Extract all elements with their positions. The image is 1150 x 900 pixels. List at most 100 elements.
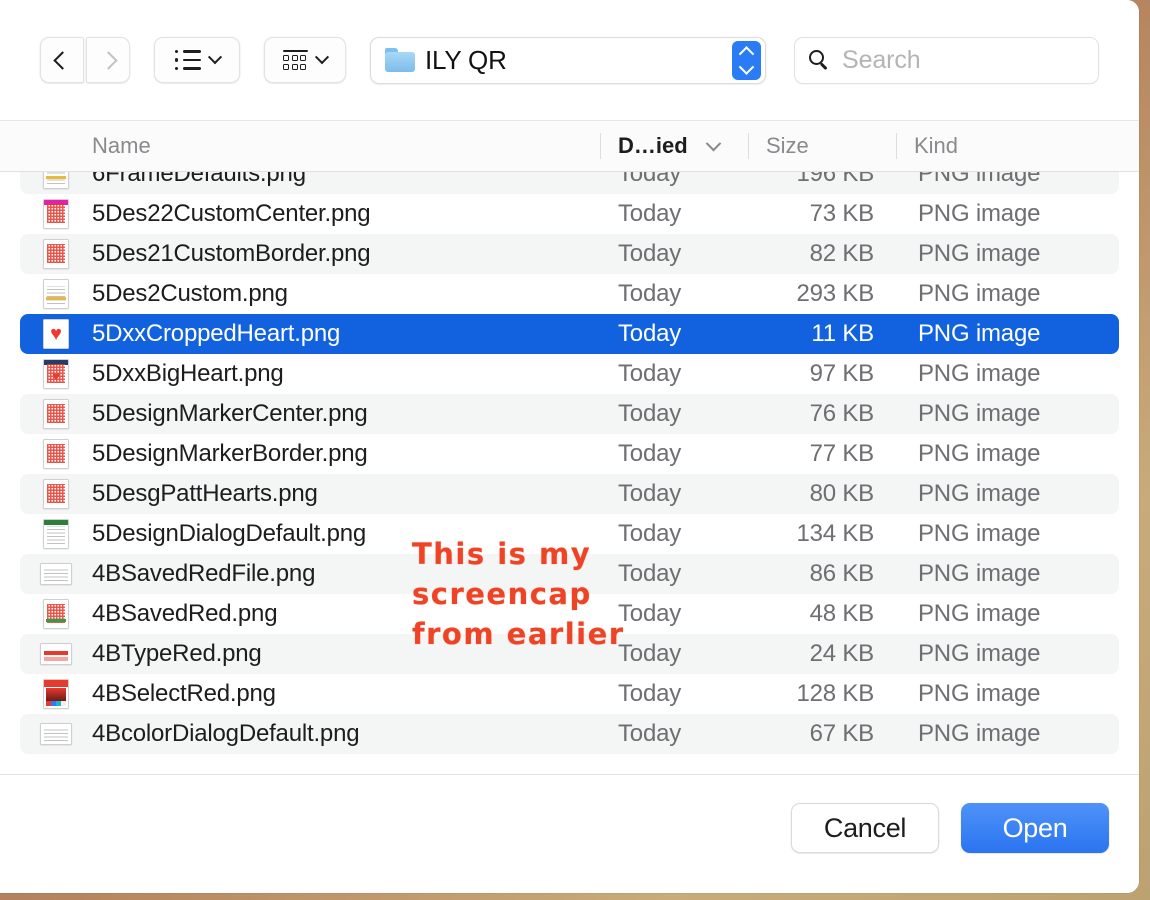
file-icon-cell: ♥ [20,319,92,349]
chevron-left-icon [52,50,72,70]
file-name-cell: 5DesignDialogDefault.png [92,520,367,547]
file-icon-cell [20,723,92,745]
file-kind-cell: PNG image [918,360,1041,387]
file-date-cell: Today [618,560,682,587]
table-row[interactable]: 5DesignMarkerCenter.png Today 76 KB PNG ima… [20,394,1119,434]
file-size-cell: 97 KB [809,360,875,387]
file-list[interactable]: 6FrameDefaults.png Today 196 KB PNG image 5D… [0,172,1139,775]
column-header-kind[interactable]: Kind [896,121,1139,171]
table-row[interactable]: ♥ 5DxxCroppedHeart.png Today 11 KB PNG image [20,314,1119,354]
file-kind-cell: PNG image [918,720,1041,747]
table-row[interactable]: 5DesignMarkerBorder.png Today 77 KB PNG ima… [20,434,1119,474]
file-date-cell: Today [618,680,682,707]
file-size-cell: 11 KB [811,320,874,347]
column-header-date-label: D…ied [618,133,688,158]
chevron-down-icon [314,50,330,65]
back-button[interactable] [40,37,84,83]
location-popup-button[interactable]: ILY QR [370,36,766,84]
file-date-cell: Today [618,240,682,267]
file-date-cell: Today [618,720,682,747]
file-name-cell: 4BSavedRed.png [92,600,278,627]
png-thumbnail-document-icon [43,279,69,309]
cancel-button[interactable]: Cancel [791,803,939,853]
file-kind-cell: PNG image [918,320,1041,347]
list-view-icon [174,50,201,70]
file-date-cell: Today [618,320,682,347]
file-icon-cell [20,519,92,549]
file-date-cell: Today [618,480,682,507]
file-name-cell: 5DesgPattHearts.png [92,480,318,507]
desktop-backdrop: ILY QR Search Name D…ied Size Kind 6Fram… [0,0,1150,900]
file-name-cell: 5Des2Custom.png [92,280,288,307]
file-icon-cell [20,199,92,229]
table-row[interactable]: 5Des22CustomCenter.png Today 73 KB PNG imag… [20,194,1119,234]
file-size-cell: 77 KB [809,440,875,467]
png-thumbnail-qr-red-icon [43,439,69,469]
navigation-buttons [40,37,130,83]
dialog-toolbar: ILY QR Search [0,0,1139,120]
file-icon-cell [20,643,92,665]
open-button[interactable]: Open [961,803,1109,853]
file-size-cell: 73 KB [809,200,875,227]
table-row[interactable]: 5Des2Custom.png Today 293 KB PNG image [20,274,1119,314]
open-file-dialog: ILY QR Search Name D…ied Size Kind 6Fram… [0,0,1139,893]
table-row[interactable]: 4BcolorDialogDefault.png Today 67 KB PNG im… [20,714,1119,754]
file-kind-cell: PNG image [918,640,1041,667]
file-name-cell: 6FrameDefaults.png [92,172,306,187]
png-thumbnail-heart-icon: ♥ [43,319,69,349]
table-row[interactable]: 4BSavedRed.png Today 48 KB PNG image [20,594,1119,634]
table-row[interactable]: 6FrameDefaults.png Today 196 KB PNG image [20,172,1119,194]
file-date-cell: Today [618,440,682,467]
column-header-name[interactable]: Name [0,121,600,171]
file-size-cell: 67 KB [809,720,875,747]
chevron-down-icon [207,50,222,65]
table-row[interactable]: 5Des21CustomBorder.png Today 82 KB PNG imag… [20,234,1119,274]
table-row[interactable]: 4BTypeRed.png Today 24 KB PNG image [20,634,1119,674]
file-date-cell: Today [618,172,682,187]
file-kind-cell: PNG image [918,200,1041,227]
png-thumbnail-window-icon [40,723,72,745]
file-name-cell: 4BTypeRed.png [92,640,262,667]
file-kind-cell: PNG image [918,440,1041,467]
file-size-cell: 76 KB [809,400,875,427]
file-name-cell: 5DxxBigHeart.png [92,360,284,387]
forward-button[interactable] [86,37,130,83]
search-input[interactable]: Search [842,46,921,75]
up-down-stepper-icon[interactable] [732,40,761,80]
file-kind-cell: PNG image [918,520,1041,547]
file-icon-cell [20,279,92,309]
icon-grid-view-icon [283,49,308,71]
table-row[interactable]: 4BSavedRedFile.png Today 86 KB PNG image [20,554,1119,594]
view-mode-button[interactable] [154,37,240,83]
png-thumbnail-dialog-green-icon [43,519,69,549]
png-thumbnail-qr-red-icon [43,479,69,509]
table-row[interactable]: 4BSelectRed.png Today 128 KB PNG image [20,674,1119,714]
png-thumbnail-redbar-icon [40,643,72,665]
table-row[interactable]: ♥ 5DxxBigHeart.png Today 97 KB PNG image [20,354,1119,394]
column-header-date-modified[interactable]: D…ied [600,121,748,171]
file-kind-cell: PNG image [918,400,1041,427]
file-kind-cell: PNG image [918,172,1041,187]
column-header-name-label: Name [92,133,151,158]
png-thumbnail-qr-bigheart-icon: ♥ [43,359,69,389]
file-size-cell: 24 KB [809,640,875,667]
file-icon-cell: ♥ [20,359,92,389]
file-kind-cell: PNG image [918,240,1041,267]
file-name-cell: 4BcolorDialogDefault.png [92,720,360,747]
table-row[interactable]: 5DesgPattHearts.png Today 80 KB PNG image [20,474,1119,514]
file-date-cell: Today [618,200,682,227]
file-date-cell: Today [618,400,682,427]
file-icon-cell [20,679,92,709]
file-kind-cell: PNG image [918,280,1041,307]
table-row[interactable]: 5DesignDialogDefault.png Today 134 KB PNG i… [20,514,1119,554]
search-field[interactable]: Search [794,36,1099,84]
file-rows-viewport: 6FrameDefaults.png Today 196 KB PNG image 5D… [0,172,1139,754]
png-thumbnail-qr-red-icon [43,399,69,429]
column-header-size[interactable]: Size [748,121,896,171]
current-folder-label: ILY QR [425,44,507,75]
file-size-cell: 134 KB [796,520,874,547]
file-date-cell: Today [618,520,682,547]
file-date-cell: Today [618,280,682,307]
group-by-button[interactable] [264,37,346,83]
file-icon-cell [20,439,92,469]
